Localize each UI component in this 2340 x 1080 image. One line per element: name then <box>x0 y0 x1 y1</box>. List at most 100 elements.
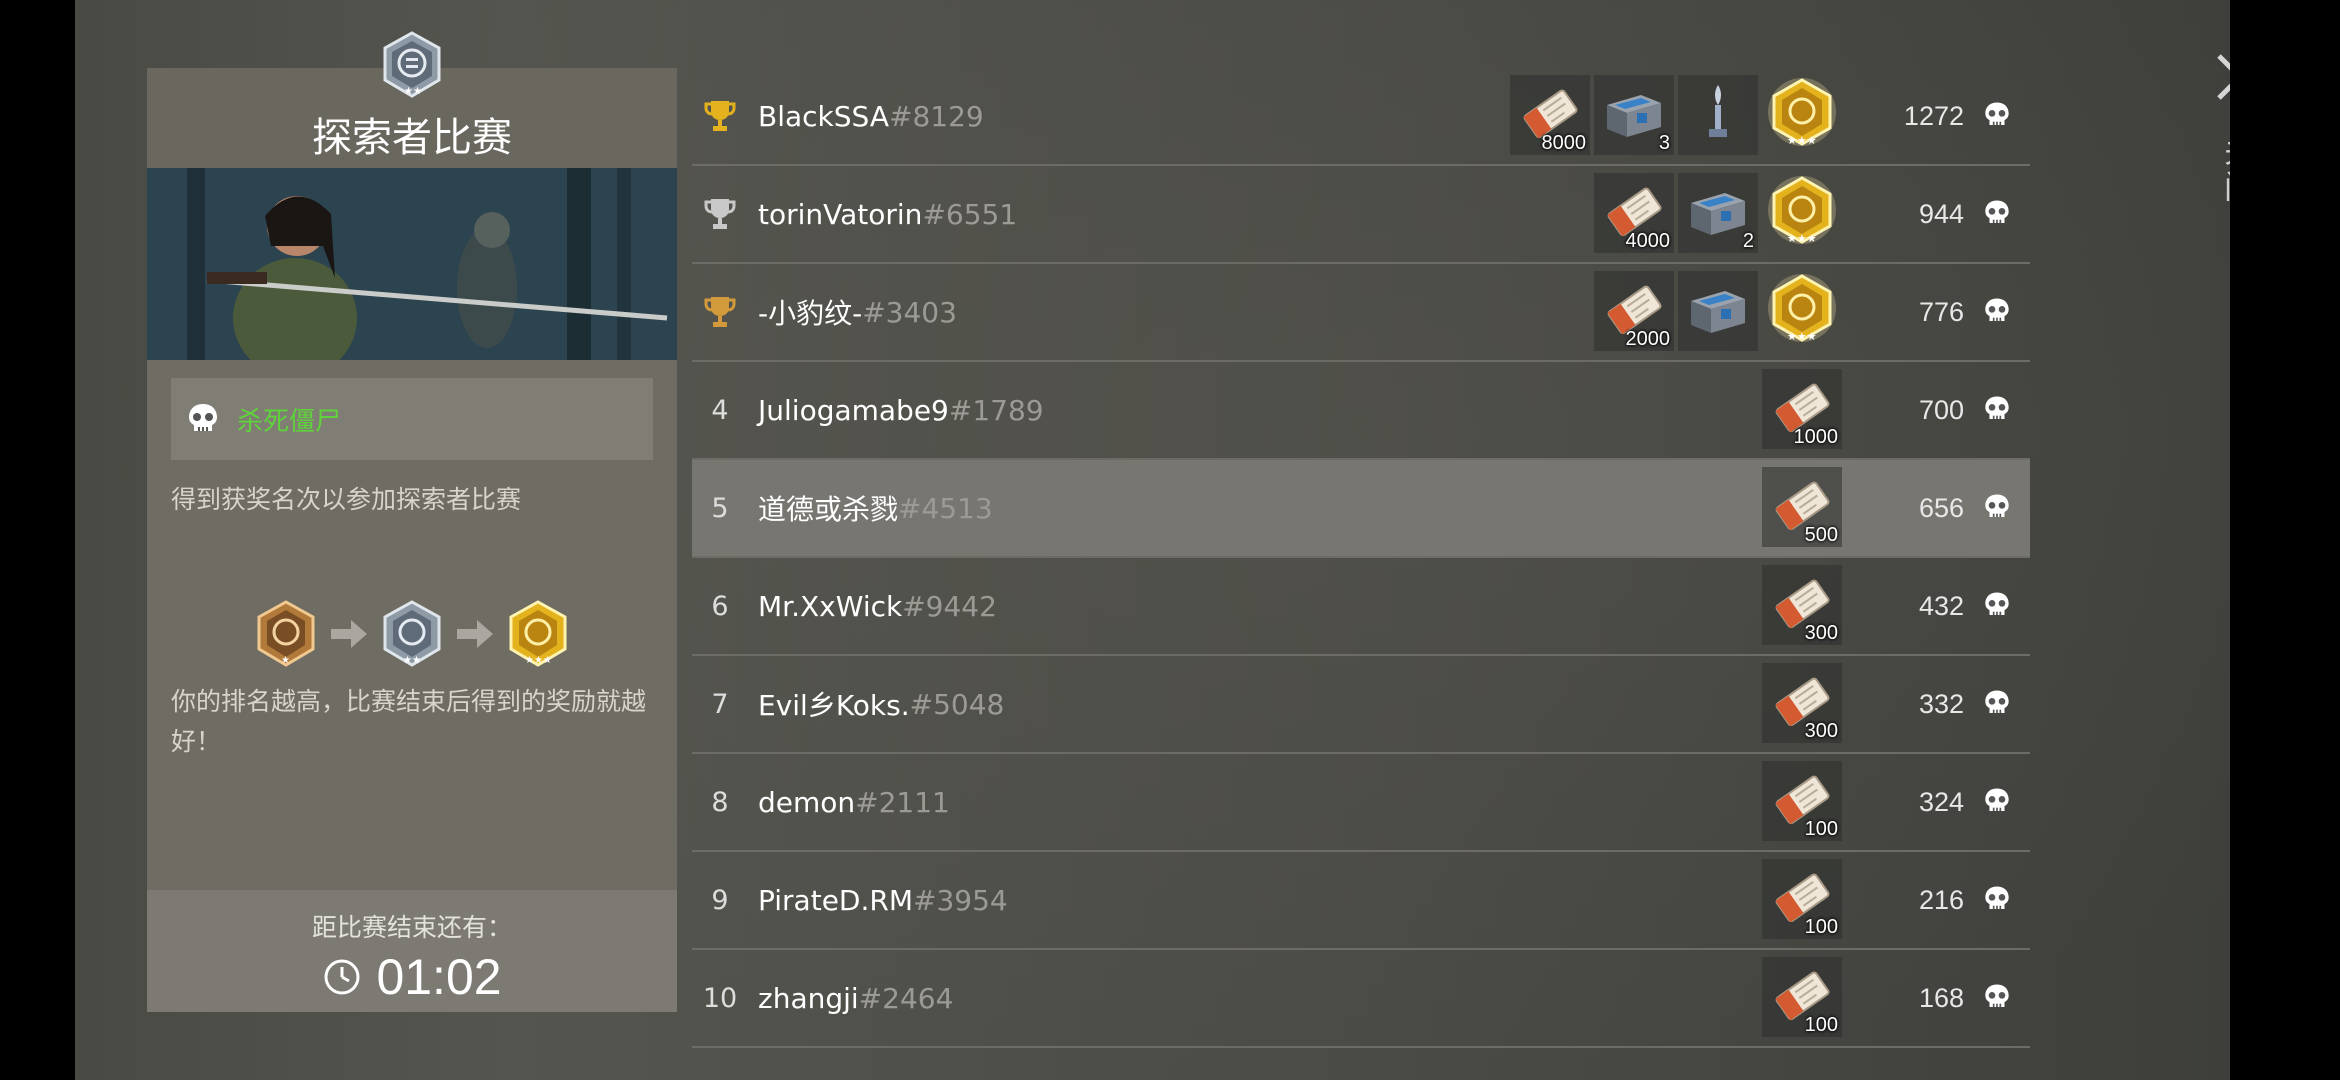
gold-trophy-icon <box>692 99 748 133</box>
kill-score: 700 <box>1918 394 1964 425</box>
clock-icon <box>324 959 360 995</box>
player-name[interactable]: Juliogamabe9 <box>758 394 949 427</box>
reward-item[interactable] <box>1678 75 1758 155</box>
player-name[interactable]: demon <box>758 786 855 819</box>
player-tag: #3403 <box>862 295 957 329</box>
player-tag: #1789 <box>948 393 1044 427</box>
player-name[interactable]: -小豹纹- <box>758 292 862 332</box>
skull-icon <box>1982 198 2012 232</box>
reward-item[interactable]: 300 <box>1762 663 1842 743</box>
reward-item[interactable]: 100 <box>1762 859 1842 939</box>
reward-list: 300 <box>1762 662 1842 744</box>
svg-text:★★: ★★ <box>403 655 421 666</box>
reward-item[interactable]: 100 <box>1762 761 1842 841</box>
reward-quantity: 2000 <box>1625 328 1671 350</box>
player-name[interactable]: Evil乡Koks. <box>758 684 910 724</box>
event-screen: ★★ 探索者比赛 杀死僵尸 得到获奖名次以参加探索者比赛 ★ ★★ ★★★ 你的… <box>75 0 2230 1080</box>
reward-list: 300 <box>1762 564 1842 646</box>
event-description: 得到获奖名次以参加探索者比赛 <box>171 485 522 514</box>
skull-icon <box>1982 688 2012 722</box>
kill-score: 324 <box>1918 786 1964 817</box>
close-button[interactable]: 关闭 <box>2219 134 2230 206</box>
kill-score: 432 <box>1918 590 1964 621</box>
rank-number: 5 <box>711 492 729 524</box>
countdown-label: 距比赛结束还有： <box>311 913 512 942</box>
reward-tier-progression: ★ ★★ ★★★ <box>147 594 677 674</box>
leaderboard-row[interactable]: torinVatorin #6551 4000 2 ★★★ 944 <box>692 166 2030 264</box>
reward-quantity: 3 <box>1658 132 1670 154</box>
reward-item[interactable]: ★★★ <box>1762 173 1842 253</box>
reward-quantity: 8000 <box>1541 132 1587 154</box>
player-tag: #2111 <box>855 785 950 819</box>
player-name[interactable]: Mr.XxWick <box>758 590 902 623</box>
leaderboard-row[interactable]: 7 Evil乡Koks. #5048 300 332 <box>692 656 2030 754</box>
kill-score: 332 <box>1918 688 1964 719</box>
reward-quantity: 100 <box>1804 916 1838 938</box>
silver-badge-icon: ★★ <box>383 31 441 98</box>
task-objective: 杀死僵尸 <box>171 378 653 460</box>
reward-list: 1000 <box>1762 368 1842 450</box>
reward-quantity: 300 <box>1804 720 1838 742</box>
arrow-right-icon <box>331 620 367 648</box>
kill-score: 1272 <box>1903 100 1964 131</box>
reward-quantity: 4000 <box>1625 230 1671 252</box>
leaderboard-row[interactable]: 4 Juliogamabe9 #1789 1000 700 <box>692 362 2030 460</box>
bronze-trophy-icon <box>692 295 748 329</box>
player-tag: #5048 <box>909 687 1005 721</box>
reward-item[interactable]: 300 <box>1762 565 1842 645</box>
reward-note: 你的排名越高，比赛结束后得到的奖励就越好！ <box>171 687 647 756</box>
kill-score: 776 <box>1918 296 1964 327</box>
svg-text:★: ★ <box>281 655 290 666</box>
skull-icon <box>1982 296 2012 330</box>
reward-item[interactable]: 100 <box>1762 957 1842 1037</box>
gold-badge-icon: ★★★ <box>1764 74 1840 156</box>
leaderboard-row[interactable]: 10 zhangji #2464 100 168 <box>692 950 2030 1048</box>
player-name[interactable]: BlackSSA <box>758 100 889 133</box>
rank-number: 6 <box>711 590 729 622</box>
leaderboard-row[interactable]: 5 道德或杀戮 #4513 500 656 <box>692 460 2030 558</box>
task-label: 杀死僵尸 <box>237 406 342 437</box>
rank-number: 7 <box>711 688 729 720</box>
leaderboard-row[interactable]: 6 Mr.XxWick #9442 300 432 <box>692 558 2030 656</box>
player-name[interactable]: PirateD.RM <box>758 884 913 917</box>
reward-item[interactable]: 3 <box>1594 75 1674 155</box>
reward-item[interactable]: 2000 <box>1594 271 1674 351</box>
reward-item[interactable] <box>1678 271 1758 351</box>
player-name[interactable]: torinVatorin <box>758 198 922 231</box>
reward-item[interactable]: 4000 <box>1594 173 1674 253</box>
event-hero-image <box>147 168 677 360</box>
reward-item[interactable]: 500 <box>1762 467 1842 547</box>
reward-item[interactable]: ★★★ <box>1762 271 1842 351</box>
kill-score: 944 <box>1918 198 1964 229</box>
bronze-badge-icon: ★ <box>257 600 315 667</box>
reward-quantity: 100 <box>1804 818 1838 840</box>
leaderboard-row[interactable]: 8 demon #2111 100 324 <box>692 754 2030 852</box>
silver-trophy-icon <box>692 197 748 231</box>
reward-item[interactable]: ★★★ <box>1762 75 1842 155</box>
gold-badge-icon: ★★★ <box>1764 172 1840 254</box>
countdown-value: 01:02 <box>376 949 502 1005</box>
player-name[interactable]: 道德或杀戮 <box>758 488 898 528</box>
leaderboard: BlackSSA #8129 8000 3 ★★★ 1272 torinVatorin #65… <box>692 68 2030 1048</box>
skull-icon <box>189 404 217 431</box>
leaderboard-row[interactable]: 9 PirateD.RM #3954 100 216 <box>692 852 2030 950</box>
reward-item[interactable]: 2 <box>1678 173 1758 253</box>
skull-icon <box>1982 786 2012 820</box>
rank-number: 4 <box>711 394 729 426</box>
skull-icon <box>1982 982 2012 1016</box>
rank-number: 9 <box>711 884 729 916</box>
leaderboard-row[interactable]: -小豹纹- #3403 2000 ★★★ 776 <box>692 264 2030 362</box>
skull-icon <box>1982 884 2012 918</box>
chest-icon <box>1685 181 1751 245</box>
player-tag: #2464 <box>858 981 954 1015</box>
chest-icon <box>1601 83 1667 147</box>
skull-icon <box>1982 394 2012 428</box>
player-name[interactable]: zhangji <box>758 982 859 1015</box>
leaderboard-row[interactable]: BlackSSA #8129 8000 3 ★★★ 1272 <box>692 68 2030 166</box>
reward-list: 500 <box>1762 466 1842 548</box>
reward-item[interactable]: 8000 <box>1510 75 1590 155</box>
reward-item[interactable]: 1000 <box>1762 369 1842 449</box>
close-icon[interactable] <box>2213 50 2230 104</box>
reward-list: 8000 3 ★★★ <box>1510 74 1842 156</box>
arrow-right-icon <box>457 620 493 648</box>
